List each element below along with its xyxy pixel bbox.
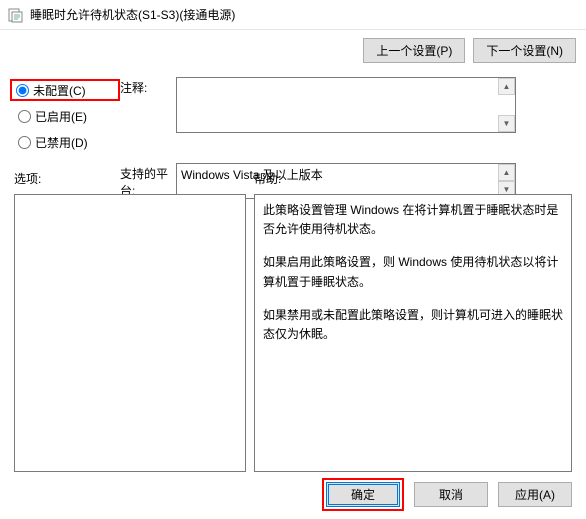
prev-setting-button[interactable]: 上一个设置(P) — [363, 38, 465, 63]
policy-icon — [8, 7, 24, 23]
next-setting-button[interactable]: 下一个设置(N) — [473, 38, 576, 63]
radio-not-configured-input[interactable] — [16, 84, 29, 97]
ok-highlight: 确定 — [322, 478, 404, 511]
options-pane — [14, 194, 246, 472]
nav-buttons: 上一个设置(P) 下一个设置(N) — [10, 38, 576, 63]
options-label: 选项: — [14, 170, 254, 187]
titlebar: 睡眠时允许待机状态(S1-S3)(接通电源) — [0, 0, 586, 30]
comment-label: 注释: — [120, 77, 176, 157]
radio-not-configured[interactable]: 未配置(C) — [10, 79, 120, 101]
ok-button[interactable]: 确定 — [326, 482, 400, 507]
radio-enabled-input[interactable] — [18, 110, 31, 123]
help-pane: 此策略设置管理 Windows 在将计算机置于睡眠状态时是否允许使用待机状态。 … — [254, 194, 572, 472]
scroll-up-icon[interactable]: ▲ — [498, 78, 515, 95]
radio-enabled[interactable]: 已启用(E) — [10, 105, 120, 127]
radio-not-configured-label: 未配置(C) — [33, 82, 86, 99]
radio-disabled-input[interactable] — [18, 136, 31, 149]
cancel-button[interactable]: 取消 — [414, 482, 488, 507]
apply-button[interactable]: 应用(A) — [498, 482, 572, 507]
radio-enabled-label: 已启用(E) — [35, 108, 87, 125]
radio-disabled-label: 已禁用(D) — [35, 134, 88, 151]
help-paragraph: 如果启用此策略设置，则 Windows 使用待机状态以将计算机置于睡眠状态。 — [263, 253, 563, 291]
help-label: 帮助: — [254, 170, 281, 187]
help-paragraph: 此策略设置管理 Windows 在将计算机置于睡眠状态时是否允许使用待机状态。 — [263, 201, 563, 239]
scroll-down-icon[interactable]: ▼ — [498, 115, 515, 132]
comment-textarea[interactable]: ▲ ▼ — [176, 77, 516, 133]
radio-disabled[interactable]: 已禁用(D) — [10, 131, 120, 153]
help-paragraph: 如果禁用或未配置此策略设置，则计算机可进入的睡眠状态仅为休眠。 — [263, 306, 563, 344]
window-title: 睡眠时允许待机状态(S1-S3)(接通电源) — [30, 6, 235, 23]
